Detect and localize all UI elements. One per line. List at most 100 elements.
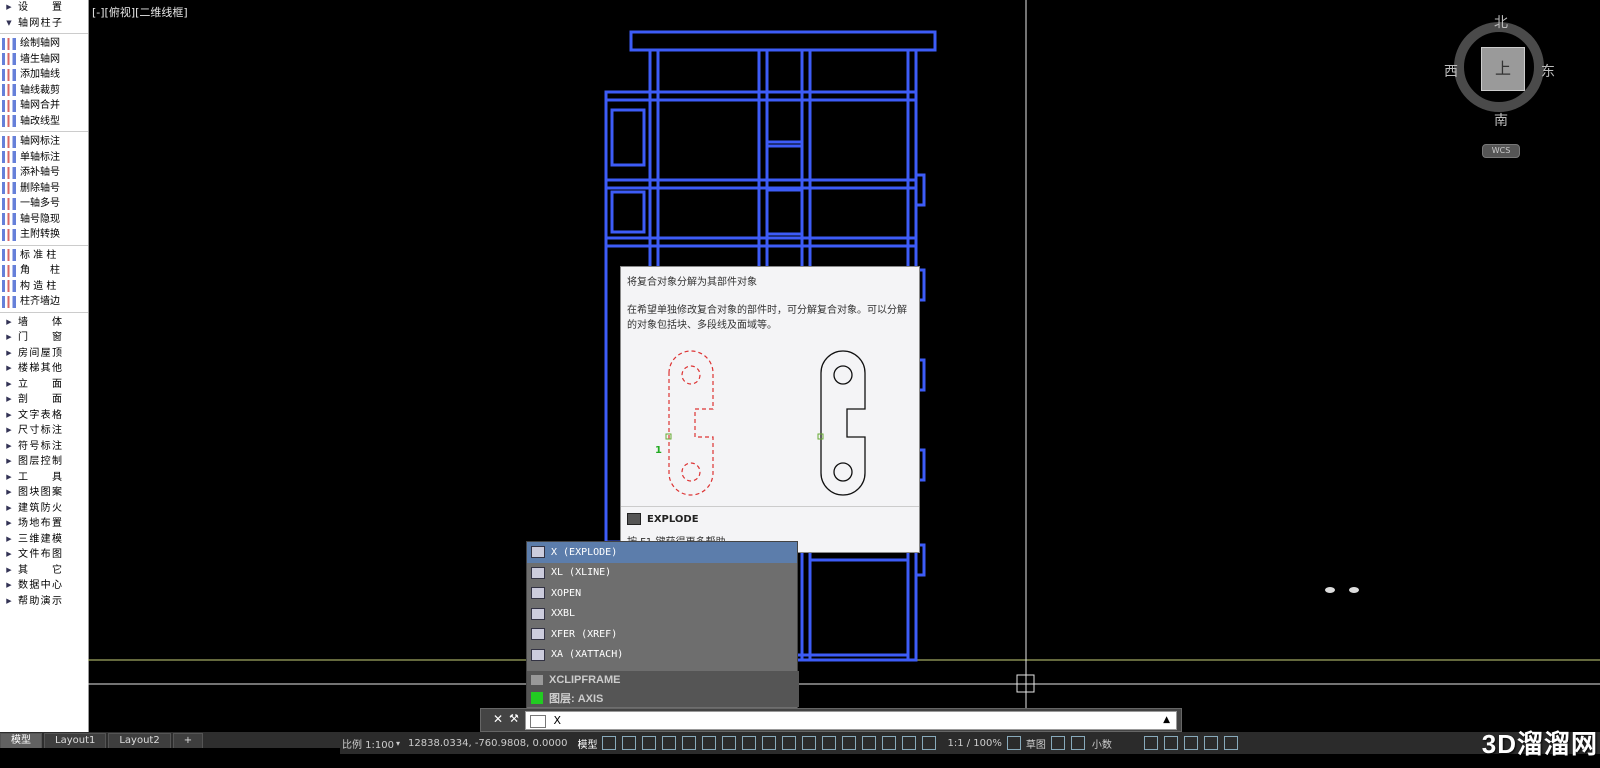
sidebar-item[interactable]: 删除轴号	[0, 181, 88, 197]
selection-filter-icon[interactable]	[862, 736, 877, 750]
object-snap-icon[interactable]	[742, 736, 757, 750]
sidebar-item[interactable]: 标 准 柱	[0, 248, 88, 264]
units-selector[interactable]: 小数	[1092, 735, 1112, 751]
sidebar-item[interactable]: 轴线裁剪	[0, 83, 88, 99]
dynamic-ucs-icon[interactable]	[842, 736, 857, 750]
lineweight-icon[interactable]	[762, 736, 777, 750]
customize-wrench-icon[interactable]: ⚒	[509, 712, 519, 725]
customization-menu-icon[interactable]	[1223, 736, 1238, 750]
compass-west[interactable]: 西	[1444, 61, 1458, 81]
command-input[interactable]: X ▲	[525, 711, 1177, 730]
sidebar-item[interactable]: 轴网合并	[0, 98, 88, 114]
sidebar-item[interactable]: 轴号隐现	[0, 212, 88, 228]
sidebar-item[interactable]: ▶ 图块图案	[0, 485, 88, 501]
quick-properties-icon[interactable]	[1143, 736, 1158, 750]
object-snap-tracking-icon[interactable]	[722, 736, 737, 750]
viewport-controls-label[interactable]: [-][俯视][二维线框]	[92, 4, 188, 20]
model-space-button[interactable]: 模型	[577, 735, 597, 751]
sidebar-item[interactable]: ▶ 建筑防火	[0, 501, 88, 517]
sidebar-item[interactable]: 绘制轴网	[0, 36, 88, 52]
sidebar-item[interactable]: 轴改线型	[0, 114, 88, 130]
autocomplete-layer-item[interactable]: 图层: AXIS	[527, 689, 799, 707]
sidebar-item[interactable]: ▶ 剖 面	[0, 392, 88, 408]
autocomplete-system-variable[interactable]: XCLIPFRAME	[527, 671, 799, 689]
command-autocomplete-list[interactable]: X (EXPLODE) XL (XLINE) XOPEN XXBL XFER (XREF…	[526, 541, 799, 709]
close-icon[interactable]: ✕	[493, 712, 503, 726]
sidebar-item[interactable]: 一轴多号	[0, 196, 88, 212]
lock-ui-icon[interactable]	[1163, 736, 1178, 750]
autocomplete-item[interactable]: XFER (XREF)	[527, 624, 797, 645]
sidebar-item[interactable]: ▼ 轴网柱子	[0, 16, 88, 32]
infer-constraints-icon[interactable]	[642, 736, 657, 750]
isolate-objects-icon[interactable]	[1183, 736, 1198, 750]
layout-tab[interactable]: Layout2	[108, 733, 171, 748]
units-icon[interactable]	[1070, 736, 1085, 750]
autocomplete-item[interactable]: XXBL	[527, 604, 797, 625]
layout-tab[interactable]: Layout1	[44, 733, 107, 748]
wcs-menu[interactable]: WCS	[1482, 144, 1520, 158]
sidebar-item[interactable]: 单轴标注	[0, 150, 88, 166]
compass-north[interactable]: 北	[1494, 12, 1508, 32]
sidebar-item[interactable]: ▶ 房间屋顶	[0, 346, 88, 362]
coordinates-readout[interactable]: 12838.0334, -760.9808, 0.0000	[408, 735, 567, 751]
clean-screen-icon[interactable]	[1203, 736, 1218, 750]
history-dropdown-icon[interactable]: ▲	[1163, 712, 1170, 729]
scale-dropdown-icon[interactable]: ▾	[396, 739, 400, 748]
compass-east[interactable]: 东	[1541, 61, 1555, 81]
sidebar-item[interactable]: 轴网标注	[0, 134, 88, 150]
sidebar-item[interactable]: ▶ 数据中心	[0, 578, 88, 594]
sidebar-item[interactable]: 添加轴线	[0, 67, 88, 83]
ortho-icon[interactable]	[662, 736, 677, 750]
sidebar-item[interactable]: ▶ 工 具	[0, 470, 88, 486]
sidebar-item[interactable]: ▶ 文字表格	[0, 408, 88, 424]
sidebar-item[interactable]: ▶ 墙 体	[0, 315, 88, 331]
workspace-gear-icon[interactable]	[1006, 736, 1021, 750]
sidebar-item[interactable]: ▶ 三维建模	[0, 532, 88, 548]
workspace-selector[interactable]: 草图	[1026, 735, 1046, 751]
autocomplete-item[interactable]: XL (XLINE)	[527, 563, 797, 584]
transparency-icon[interactable]	[782, 736, 797, 750]
sidebar-item[interactable]: ▶ 楼梯其他	[0, 361, 88, 377]
snap-icon[interactable]	[622, 736, 637, 750]
sidebar-item[interactable]: ▶ 门 窗	[0, 330, 88, 346]
command-line[interactable]: ✕ ⚒ X ▲	[480, 708, 1182, 732]
sidebar-item[interactable]: ▶ 尺寸标注	[0, 423, 88, 439]
autocomplete-item[interactable]: XOPEN	[527, 583, 797, 604]
gizmo-icon[interactable]	[882, 736, 897, 750]
annotation-monitor-icon[interactable]	[1050, 736, 1065, 750]
collapsed-arrow-icon: ▶	[6, 395, 12, 404]
sidebar-item[interactable]: 主附转换	[0, 227, 88, 243]
sidebar-item[interactable]: ▶ 立 面	[0, 377, 88, 393]
sidebar-item[interactable]: 角 柱	[0, 263, 88, 279]
grid-icon[interactable]	[602, 736, 617, 750]
sidebar-item[interactable]: 柱齐墙边	[0, 294, 88, 310]
sidebar-item[interactable]: ▶ 帮助演示	[0, 594, 88, 610]
sidebar-item[interactable]: ▶ 符号标注	[0, 439, 88, 455]
isodraft-icon[interactable]	[702, 736, 717, 750]
sidebar-item[interactable]: ▶ 场地布置	[0, 516, 88, 532]
auto-scale-icon[interactable]	[922, 736, 937, 750]
sidebar-item[interactable]: ▶ 设 置	[0, 0, 88, 16]
sidebar-item[interactable]: 添补轴号	[0, 165, 88, 181]
autocomplete-item[interactable]: X (EXPLODE)	[527, 542, 797, 563]
sidebar-item[interactable]: ▶ 图层控制	[0, 454, 88, 470]
tool-icon	[2, 264, 16, 277]
autocomplete-item[interactable]: XA (XATTACH)	[527, 645, 797, 666]
command-prompt-icon[interactable]	[530, 714, 546, 728]
sidebar-item[interactable]: 构 造 柱	[0, 279, 88, 295]
viewcube-top-face[interactable]: 上	[1481, 47, 1525, 91]
sidebar-item[interactable]: ▶ 其 它	[0, 563, 88, 579]
3d-osnap-icon[interactable]	[822, 736, 837, 750]
annotation-visibility-icon[interactable]	[902, 736, 917, 750]
polar-tracking-icon[interactable]	[682, 736, 697, 750]
command-input-value[interactable]: X	[554, 714, 562, 727]
compass-south[interactable]: 南	[1494, 110, 1508, 130]
annotation-scale-selector[interactable]: 1:1 / 100%	[947, 735, 1001, 751]
layout-tab[interactable]: +	[172, 733, 204, 748]
selection-cycling-icon[interactable]	[802, 736, 817, 750]
sidebar-item[interactable]: ▶ 文件布图	[0, 547, 88, 563]
layout-tab[interactable]: 模型	[0, 733, 42, 748]
scale-selector[interactable]: 比例 1:100	[342, 735, 394, 751]
viewcube[interactable]: 上 北 南 西 东 WCS	[1444, 12, 1559, 162]
sidebar-item[interactable]: 墙生轴网	[0, 52, 88, 68]
